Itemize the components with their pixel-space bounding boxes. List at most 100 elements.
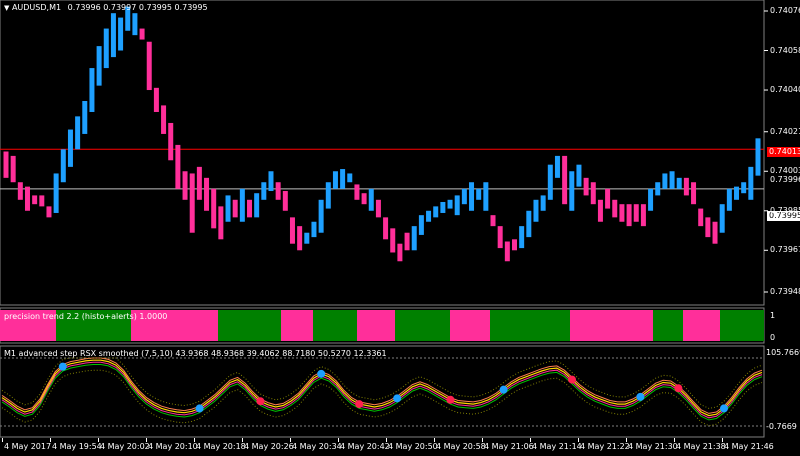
candle-bar [10, 155, 16, 183]
candle-bar [569, 171, 575, 211]
candle-bar [225, 195, 231, 222]
precision-histogram-block [570, 310, 653, 341]
time-axis-label: 4 May 20:18 [196, 442, 246, 451]
precision-histogram-block [357, 310, 395, 341]
candle-bar [411, 226, 417, 251]
ohlc-values: 0.73996 0.73997 0.73995 0.73995 [67, 3, 208, 12]
rsx-axis-top: 105.7669 [766, 348, 800, 357]
candle-bar [247, 199, 253, 218]
precision-axis-bottom: 0 [770, 333, 776, 342]
rsx-sell-dot [674, 384, 683, 393]
precision-trend-panel[interactable]: precision trend 2.2 (histo+alerts) 1.000… [0, 307, 800, 344]
candle-bar [118, 17, 124, 51]
candle-bar [53, 173, 59, 213]
candle-bar [712, 221, 718, 244]
rsx-buy-dot [636, 392, 645, 401]
dropdown-arrow-icon[interactable]: ▼ [4, 4, 9, 12]
rsx-buy-dot [499, 385, 508, 394]
time-axis-tick [98, 438, 99, 442]
candle-bar [719, 204, 725, 233]
candle-bar [239, 188, 245, 222]
candle-bar [619, 204, 625, 222]
time-axis-label: 4 May 21:46 [724, 442, 774, 451]
candle-bar [46, 206, 52, 218]
rsx-panel[interactable]: M1 advanced step RSX smoothed (7,5,10) 4… [0, 345, 800, 438]
time-axis-label: 4 May 20:02 [100, 442, 150, 451]
candle-bar [168, 122, 174, 161]
candle-bar [461, 188, 467, 205]
time-axis-tick [146, 438, 147, 442]
price-axis-label: 0.74021 [770, 126, 800, 136]
time-axis-tick [674, 438, 675, 442]
price-axis-label: 0.73996 [770, 175, 800, 185]
candle-bar [297, 226, 303, 251]
chart-title: ▼ AUDUSD,M1 0.73996 0.73997 0.73995 0.73… [4, 3, 208, 13]
candle-bar [268, 171, 274, 192]
time-axis-label: 4 May 2017 [4, 442, 52, 451]
candle-bar [562, 155, 568, 205]
time-axis-label: 4 May 20:34 [292, 442, 342, 451]
rsx-sell-dot [355, 400, 364, 409]
precision-axis-top: 1 [770, 311, 776, 320]
rsx-buy-dot [317, 369, 326, 378]
rsx-svg [0, 345, 765, 438]
time-axis-tick [2, 438, 3, 442]
candle-bar [17, 182, 23, 200]
candle-bar [404, 232, 410, 251]
candle-bar [254, 193, 260, 218]
precision-histogram-block [720, 310, 764, 341]
candle-bar [648, 188, 654, 211]
candle-bar [640, 204, 646, 227]
candle-bar [597, 199, 603, 222]
candle-bar [526, 210, 532, 238]
candle-bar [669, 171, 675, 189]
candle-bar [332, 171, 338, 189]
candle-bar [490, 215, 496, 227]
candle-bar [554, 155, 560, 178]
candle-bar [32, 195, 38, 205]
candle-bar [633, 204, 639, 222]
candle-bar [261, 182, 267, 200]
candle-bar [189, 173, 195, 233]
time-axis-label: 4 May 21:30 [628, 442, 678, 451]
candle-bar [691, 182, 697, 205]
time-axis-tick [578, 438, 579, 442]
candle-bar [325, 182, 331, 209]
candle-bar [418, 215, 424, 235]
candle-bar [103, 28, 109, 69]
rsx-plot-frame [0, 345, 765, 438]
rsx-buy-dot [720, 404, 728, 413]
candle-bar [397, 243, 403, 262]
candle-bar [741, 182, 747, 194]
candle-bar [755, 138, 761, 176]
rsx-buy-dot [58, 362, 67, 371]
candle-bar [89, 68, 95, 112]
candle-bar [375, 199, 381, 218]
candle-bar [440, 201, 446, 213]
time-axis-label: 4 May 21:38 [676, 442, 726, 451]
time-axis-tick [626, 438, 627, 442]
candle-bar [748, 166, 754, 200]
time-axis-label: 4 May 20:10 [148, 442, 198, 451]
candle-bar [146, 41, 152, 91]
time-axis-label: 4 May 21:06 [484, 442, 534, 451]
time-axis-tick [482, 438, 483, 442]
candle-bar [676, 177, 682, 189]
time-axis-label: 4 May 20:50 [388, 442, 438, 451]
price-axis-label: 0.73948 [770, 287, 800, 296]
rsx-lower-band-line [1, 364, 763, 421]
symbol-label: AUDUSD,M1 [11, 3, 62, 12]
price-chart-panel[interactable]: ▼ AUDUSD,M1 0.73996 0.73997 0.73995 0.73… [0, 0, 800, 306]
precision-histogram-block [653, 310, 683, 341]
precision-histogram-block [218, 310, 281, 341]
candle-bar [153, 87, 159, 112]
time-axis-label: 4 May 19:54 [52, 442, 102, 451]
candle-bar [734, 186, 740, 200]
candle-bar [483, 182, 489, 211]
rsx-sell-dot [568, 375, 576, 384]
rsx-axis-bottom: -0.7669 [766, 422, 797, 431]
time-axis-tick [722, 438, 723, 442]
rsx-title: M1 advanced step RSX smoothed (7,5,10) 4… [4, 349, 387, 358]
candle-bar [196, 166, 202, 200]
candle-bar [476, 188, 482, 200]
